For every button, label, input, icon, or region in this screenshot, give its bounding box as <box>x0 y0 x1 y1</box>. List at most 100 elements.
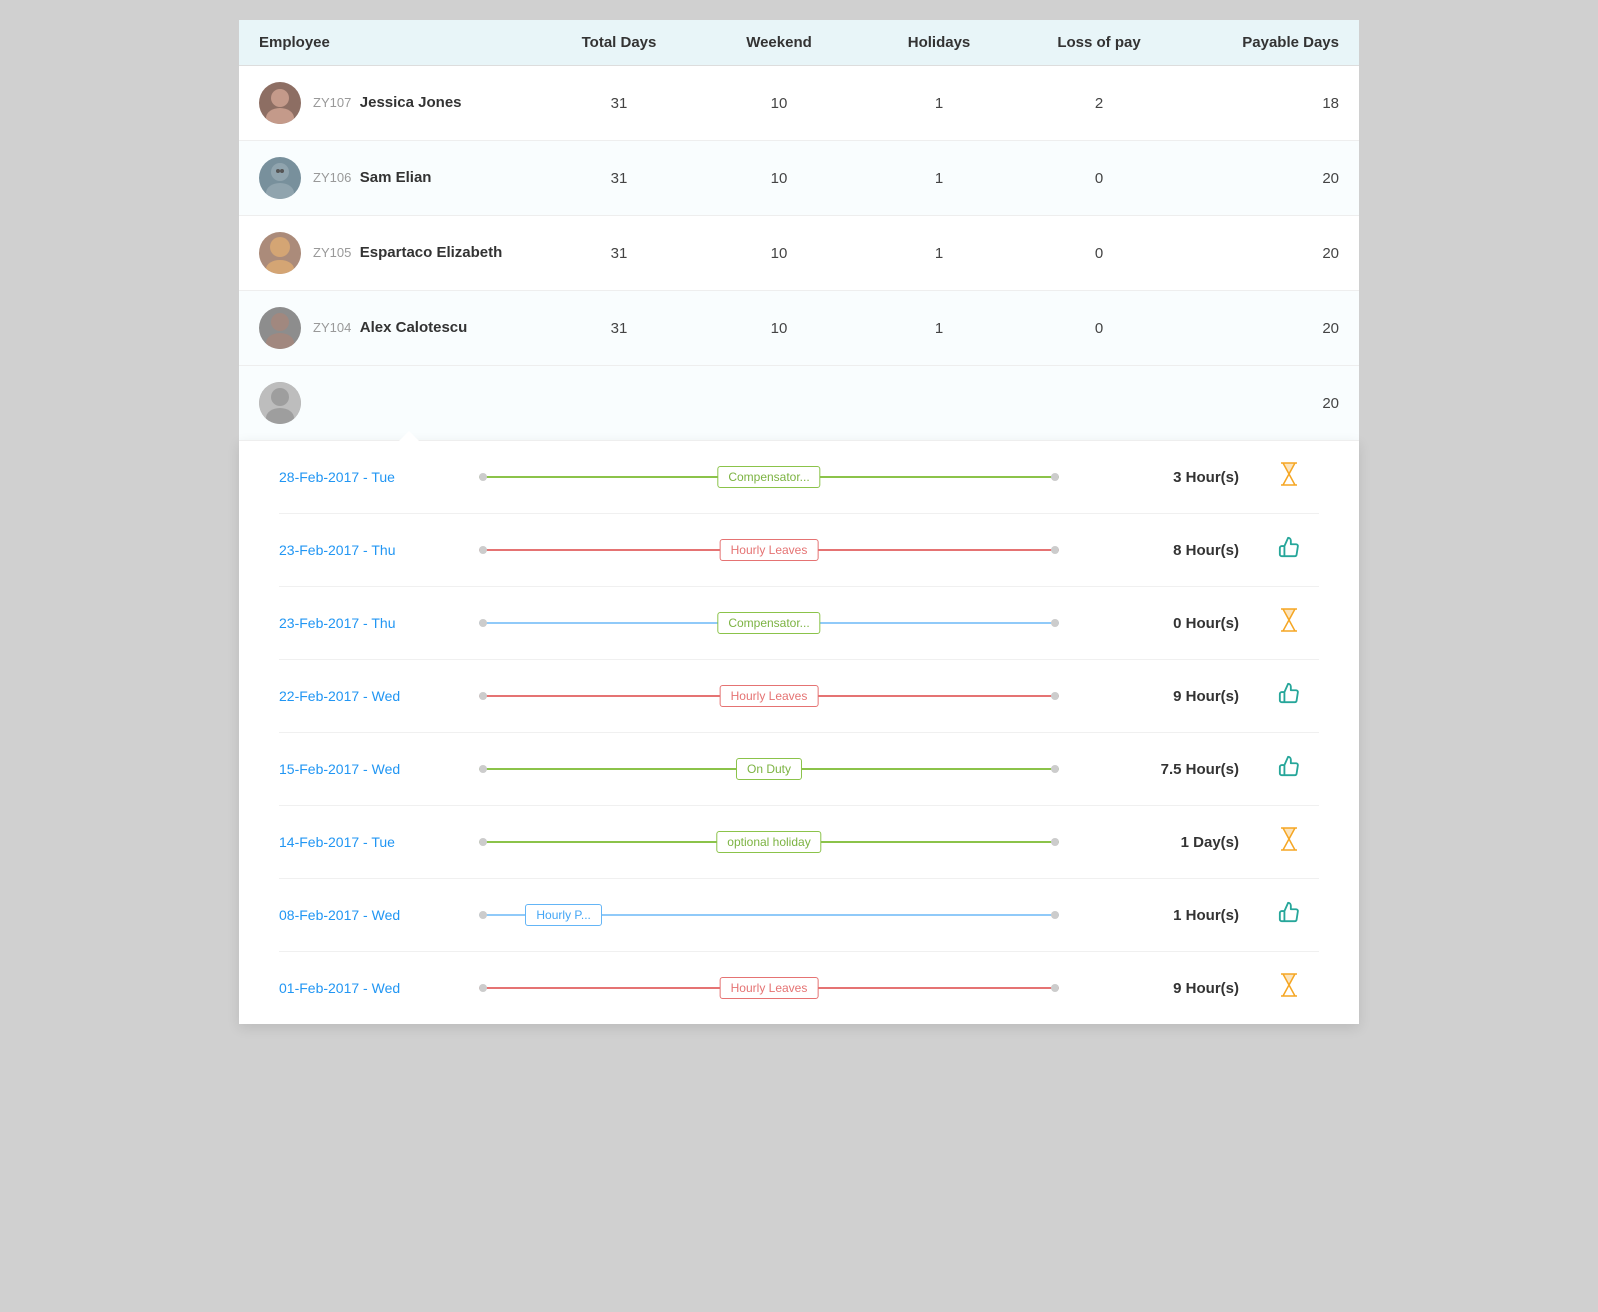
detail-date: 28-Feb-2017 - Tue <box>279 469 479 485</box>
detail-hours: 1 Hour(s) <box>1059 907 1259 924</box>
timeline: Compensator... <box>479 605 1059 641</box>
timeline-dot-left <box>479 765 487 773</box>
weekend-value: 10 <box>699 95 859 112</box>
detail-row[interactable]: 23-Feb-2017 - ThuHourly Leaves8 Hour(s) <box>279 514 1319 587</box>
detail-date: 23-Feb-2017 - Thu <box>279 542 479 558</box>
detail-row[interactable]: 15-Feb-2017 - Wed On Duty 7.5 Hour(s) <box>279 733 1319 806</box>
detail-date: 01-Feb-2017 - Wed <box>279 980 479 996</box>
pending-icon <box>1259 607 1319 639</box>
timeline: On Duty <box>479 751 1059 787</box>
timeline-dot-left <box>479 473 487 481</box>
detail-date: 23-Feb-2017 - Thu <box>279 615 479 631</box>
avatar <box>259 82 301 124</box>
detail-hours: 9 Hour(s) <box>1059 980 1259 997</box>
holidays-value: 1 <box>859 170 1019 187</box>
col-total-days: Total Days <box>539 34 699 51</box>
timeline: Hourly Leaves <box>479 970 1059 1006</box>
detail-hours: 8 Hour(s) <box>1059 542 1259 559</box>
weekend-value: 10 <box>699 320 859 337</box>
employee-name: Sam Elian <box>360 169 432 186</box>
timeline-dot-right <box>1051 984 1059 992</box>
detail-hours: 9 Hour(s) <box>1059 688 1259 705</box>
timeline-dot-right <box>1051 692 1059 700</box>
holidays-value: 1 <box>859 320 1019 337</box>
timeline-badge: optional holiday <box>716 831 821 853</box>
timeline: optional holiday <box>479 824 1059 860</box>
total-days-value: 31 <box>539 170 699 187</box>
detail-row[interactable]: 23-Feb-2017 - ThuCompensator...0 Hour(s) <box>279 587 1319 660</box>
table-row[interactable]: ZY107 Jessica Jones 31 10 1 2 18 <box>239 66 1359 141</box>
payable-days-value: 20 <box>1179 170 1339 187</box>
approved-icon <box>1259 682 1319 710</box>
detail-hours: 0 Hour(s) <box>1059 615 1259 632</box>
employee-info: ZY106 Sam Elian <box>259 157 539 199</box>
loss-of-pay-value: 2 <box>1019 95 1179 112</box>
detail-row[interactable]: 01-Feb-2017 - Wed Hourly Leaves 9 Hour(s) <box>279 952 1319 1024</box>
timeline-dot-right <box>1051 765 1059 773</box>
pending-icon <box>1259 972 1319 1004</box>
table-row-expanded[interactable]: 20 <box>239 366 1359 440</box>
detail-row[interactable]: 22-Feb-2017 - WedHourly Leaves9 Hour(s) <box>279 660 1319 733</box>
employee-info <box>259 382 539 424</box>
loss-of-pay-value: 0 <box>1019 320 1179 337</box>
timeline-badge: Hourly Leaves <box>720 977 819 999</box>
approved-icon <box>1259 901 1319 929</box>
avatar <box>259 307 301 349</box>
loss-of-pay-value: 0 <box>1019 170 1179 187</box>
holidays-value: 1 <box>859 245 1019 262</box>
employee-info: ZY104 Alex Calotescu <box>259 307 539 349</box>
total-days-value: 31 <box>539 320 699 337</box>
employee-name: Jessica Jones <box>360 94 462 111</box>
timeline-dot-left <box>479 911 487 919</box>
avatar <box>259 157 301 199</box>
timeline: Compensator... <box>479 459 1059 495</box>
detail-date: 22-Feb-2017 - Wed <box>279 688 479 704</box>
detail-hours: 1 Day(s) <box>1059 834 1259 851</box>
main-container: Employee Total Days Weekend Holidays Los… <box>239 20 1359 1024</box>
payable-days-value: 20 <box>1179 245 1339 262</box>
table-row[interactable]: ZY104 Alex Calotescu 31 10 1 0 20 <box>239 291 1359 366</box>
pending-icon <box>1259 461 1319 493</box>
timeline-dot-left <box>479 692 487 700</box>
employee-id: ZY105 <box>313 245 351 260</box>
timeline-dot-right <box>1051 911 1059 919</box>
detail-hours: 7.5 Hour(s) <box>1059 761 1259 778</box>
weekend-value: 10 <box>699 170 859 187</box>
loss-of-pay-value: 0 <box>1019 245 1179 262</box>
timeline-dot-right <box>1051 546 1059 554</box>
employee-id: ZY104 <box>313 320 351 335</box>
avatar <box>259 382 301 424</box>
table-row[interactable]: ZY106 Sam Elian 31 10 1 0 20 <box>239 141 1359 216</box>
payable-days-value: 18 <box>1179 95 1339 112</box>
employee-info: ZY107 Jessica Jones <box>259 82 539 124</box>
payable-days-value: 20 <box>1179 320 1339 337</box>
timeline-dot-right <box>1051 473 1059 481</box>
employee-id: ZY106 <box>313 170 351 185</box>
employee-name: Espartaco Elizabeth <box>360 244 503 261</box>
pending-icon <box>1259 826 1319 858</box>
detail-panel: 28-Feb-2017 - TueCompensator...3 Hour(s)… <box>239 440 1359 1024</box>
weekend-value: 10 <box>699 245 859 262</box>
approved-icon <box>1259 755 1319 783</box>
table-row[interactable]: ZY105 Espartaco Elizabeth 31 10 1 0 20 <box>239 216 1359 291</box>
timeline-dot-right <box>1051 838 1059 846</box>
avatar <box>259 232 301 274</box>
timeline-dot-left <box>479 984 487 992</box>
timeline-dot-left <box>479 838 487 846</box>
total-days-value: 31 <box>539 95 699 112</box>
col-loss-of-pay: Loss of pay <box>1019 34 1179 51</box>
detail-row[interactable]: 28-Feb-2017 - TueCompensator...3 Hour(s) <box>279 441 1319 514</box>
timeline-badge: Hourly P... <box>525 904 601 926</box>
timeline: Hourly Leaves <box>479 532 1059 568</box>
detail-date: 08-Feb-2017 - Wed <box>279 907 479 923</box>
detail-row[interactable]: 14-Feb-2017 - Tue optional holiday 1 Day(s… <box>279 806 1319 879</box>
detail-date: 15-Feb-2017 - Wed <box>279 761 479 777</box>
employee-name: Alex Calotescu <box>360 319 468 336</box>
detail-date: 14-Feb-2017 - Tue <box>279 834 479 850</box>
timeline-badge: On Duty <box>736 758 802 780</box>
holidays-value: 1 <box>859 95 1019 112</box>
col-payable-days: Payable Days <box>1179 34 1339 51</box>
approved-icon <box>1259 536 1319 564</box>
detail-row[interactable]: 08-Feb-2017 - Wed Hourly P... 1 Hour(s) <box>279 879 1319 952</box>
col-weekend: Weekend <box>699 34 859 51</box>
